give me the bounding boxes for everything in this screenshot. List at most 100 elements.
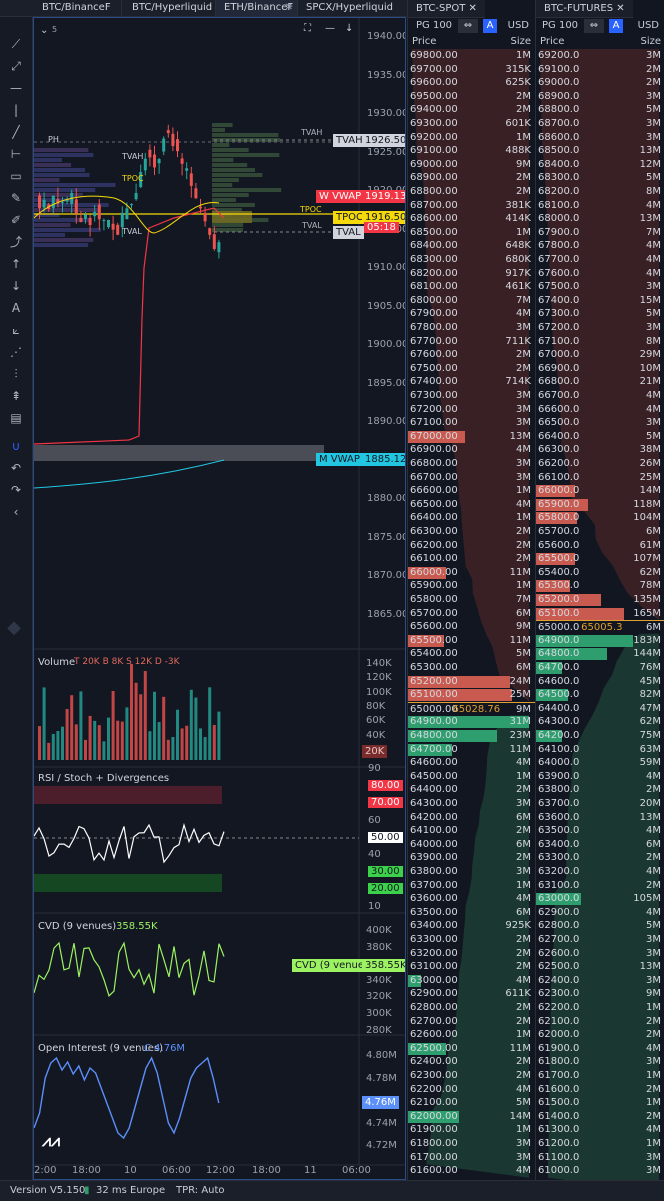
ask-row[interactable]: 67500.0 3M bbox=[536, 280, 664, 294]
ask-row[interactable]: 66600.00 1M bbox=[408, 484, 535, 498]
ask-row[interactable]: 67200.00 3M bbox=[408, 403, 535, 417]
bid-row[interactable]: 64700.0 76M bbox=[536, 661, 664, 675]
undo-icon[interactable]: ↶ bbox=[8, 460, 24, 476]
ask-row[interactable]: 66000.0 14M bbox=[536, 484, 664, 498]
bid-row[interactable]: 63500.00 6M bbox=[408, 906, 535, 920]
bid-row[interactable]: 62000.00 14M bbox=[408, 1110, 535, 1124]
bid-row[interactable]: 64200.00 6M bbox=[408, 811, 535, 825]
tab-eth-binancef[interactable]: ETH/BinanceF ✕ bbox=[216, 0, 298, 16]
ask-row[interactable]: 68200.0 8M bbox=[536, 185, 664, 199]
bid-row[interactable]: 62600.00 1M bbox=[408, 1028, 535, 1042]
bid-row[interactable]: 64100.0 63M bbox=[536, 743, 664, 757]
ask-row[interactable]: 65700.0 6M bbox=[536, 525, 664, 539]
price-chart[interactable]: ⌄ 5 ⛶ — ↓ 1940.00 1935.00 1930.00 1925.00 19… bbox=[33, 17, 406, 1180]
tab-btc-binancef[interactable]: BTC/BinanceF bbox=[34, 0, 122, 16]
bid-row[interactable]: 63700.0 20M bbox=[536, 797, 664, 811]
ask-row[interactable]: 67000.0 29M bbox=[536, 348, 664, 362]
bid-row[interactable]: 62200.00 4M bbox=[408, 1083, 535, 1097]
ask-row[interactable]: 66200.00 2M bbox=[408, 539, 535, 553]
bid-row[interactable]: 63500.0 4M bbox=[536, 824, 664, 838]
bid-row[interactable]: 62300.00 2M bbox=[408, 1069, 535, 1083]
bid-row[interactable]: 62400.0 3M bbox=[536, 974, 664, 988]
ask-row[interactable]: 68700.00 381K bbox=[408, 199, 535, 213]
bid-row[interactable]: 64900.00 31M bbox=[408, 715, 535, 729]
bid-row[interactable]: 61800.0 3M bbox=[536, 1055, 664, 1069]
ask-row[interactable]: 66100.00 2M bbox=[408, 552, 535, 566]
bid-row[interactable]: 62200.0 1M bbox=[536, 1001, 664, 1015]
bid-row[interactable]: 63100.00 2M bbox=[408, 960, 535, 974]
collapse-icon[interactable]: ‹ bbox=[8, 504, 24, 520]
bid-row[interactable]: 62100.00 5M bbox=[408, 1096, 535, 1110]
bid-row[interactable]: 62800.00 2M bbox=[408, 1001, 535, 1015]
bid-row[interactable]: 63200.00 2M bbox=[408, 947, 535, 961]
ask-row[interactable]: 67900.00 4M bbox=[408, 307, 535, 321]
bid-row[interactable]: 61900.0 4M bbox=[536, 1042, 664, 1056]
bid-row[interactable]: 63400.00 925K bbox=[408, 919, 535, 933]
bid-row[interactable]: 62500.00 11M bbox=[408, 1042, 535, 1056]
ask-row[interactable]: 69200.00 1M bbox=[408, 131, 535, 145]
ask-row[interactable]: 67800.0 4M bbox=[536, 239, 664, 253]
bid-row[interactable]: 64500.0 82M bbox=[536, 688, 664, 702]
ask-row[interactable]: 68100.00 461K bbox=[408, 280, 535, 294]
ask-row[interactable]: 65700.00 6M bbox=[408, 607, 535, 621]
bid-row[interactable]: 62700.00 2M bbox=[408, 1015, 535, 1029]
bid-row[interactable]: 61600.0 2M bbox=[536, 1083, 664, 1097]
ask-row[interactable]: 67800.00 3M bbox=[408, 321, 535, 335]
fullscreen-icon[interactable]: ⛶ bbox=[304, 23, 311, 34]
chevron-down-icon[interactable]: ⌄ bbox=[40, 25, 48, 36]
magnet-icon[interactable]: ∪ bbox=[8, 438, 24, 454]
arrow-down-icon[interactable]: ↓ bbox=[8, 278, 24, 294]
bid-row[interactable]: 63400.0 6M bbox=[536, 838, 664, 852]
mid-price-row[interactable]: 65000.00 65028.76 9M bbox=[408, 701, 535, 717]
ask-row[interactable]: 69300.00 601K bbox=[408, 117, 535, 131]
vertical-line-icon[interactable]: | bbox=[8, 102, 24, 118]
pattern-icon[interactable]: ⋰ bbox=[8, 344, 24, 360]
arrow-up-icon[interactable]: ↑ bbox=[8, 256, 24, 272]
bid-row[interactable]: 64600.0 45M bbox=[536, 675, 664, 689]
bid-row[interactable]: 61900.00 1M bbox=[408, 1123, 535, 1137]
bid-row[interactable]: 64400.00 2M bbox=[408, 783, 535, 797]
ask-row[interactable]: 69000.00 9M bbox=[408, 158, 535, 172]
highlighter-icon[interactable]: ✐ bbox=[8, 212, 24, 228]
ask-row[interactable]: 69600.00 625K bbox=[408, 76, 535, 90]
ask-row[interactable]: 65100.00 25M bbox=[408, 688, 535, 702]
bid-row[interactable]: 64500.00 1M bbox=[408, 770, 535, 784]
bid-row[interactable]: 64800.00 23M bbox=[408, 729, 535, 743]
arrow-down-icon[interactable]: ↓ bbox=[345, 23, 353, 34]
ask-row[interactable]: 65200.00 24M bbox=[408, 675, 535, 689]
bid-row[interactable]: 62000.0 2M bbox=[536, 1028, 664, 1042]
bid-row[interactable]: 62600.0 3M bbox=[536, 947, 664, 961]
bid-row[interactable]: 64800.0 144M bbox=[536, 647, 664, 661]
ask-row[interactable]: 67100.0 8M bbox=[536, 335, 664, 349]
ask-row[interactable]: 69200.0 3M bbox=[536, 49, 664, 63]
bid-row[interactable]: 62100.0 2M bbox=[536, 1015, 664, 1029]
ask-row[interactable]: 69700.00 315K bbox=[408, 63, 535, 77]
tab-btc-hyperliquid[interactable]: BTC/Hyperliquid bbox=[124, 0, 216, 16]
bid-row[interactable]: 64300.00 3M bbox=[408, 797, 535, 811]
volume-profile-icon[interactable]: ▤ bbox=[8, 410, 24, 426]
ask-row[interactable]: 67300.0 5M bbox=[536, 307, 664, 321]
bid-row[interactable]: 62400.00 2M bbox=[408, 1055, 535, 1069]
ask-row[interactable]: 67400.0 15M bbox=[536, 294, 664, 308]
tpr-label[interactable]: TPR: Auto bbox=[176, 1181, 225, 1201]
path-icon[interactable]: ⤴ bbox=[8, 234, 24, 250]
measure-icon[interactable]: ⟀ bbox=[8, 322, 24, 338]
ask-row[interactable]: 69000.0 2M bbox=[536, 76, 664, 90]
ask-row[interactable]: 66000.00 11M bbox=[408, 566, 535, 580]
bid-row[interactable]: 62900.0 4M bbox=[536, 906, 664, 920]
bid-row[interactable]: 62800.0 5M bbox=[536, 919, 664, 933]
line-icon[interactable]: ╱ bbox=[8, 124, 24, 140]
ask-row[interactable]: 67100.00 3M bbox=[408, 416, 535, 430]
bid-row[interactable]: 63600.00 4M bbox=[408, 892, 535, 906]
ask-row[interactable]: 69400.00 2M bbox=[408, 103, 535, 117]
ask-row[interactable]: 67700.0 4M bbox=[536, 253, 664, 267]
tab-spcx-hyperliquid[interactable]: SPCX/Hyperliquid bbox=[298, 0, 408, 16]
bid-row[interactable]: 61100.0 3M bbox=[536, 1151, 664, 1165]
ask-row[interactable]: 69100.00 488K bbox=[408, 144, 535, 158]
ask-row[interactable]: 65100.0 165M bbox=[536, 607, 664, 621]
ask-row[interactable]: 68400.0 12M bbox=[536, 158, 664, 172]
ask-row[interactable]: 65800.00 7M bbox=[408, 593, 535, 607]
bid-row[interactable]: 64600.00 4M bbox=[408, 756, 535, 770]
bid-row[interactable]: 62500.0 13M bbox=[536, 960, 664, 974]
bid-row[interactable]: 63100.0 2M bbox=[536, 879, 664, 893]
